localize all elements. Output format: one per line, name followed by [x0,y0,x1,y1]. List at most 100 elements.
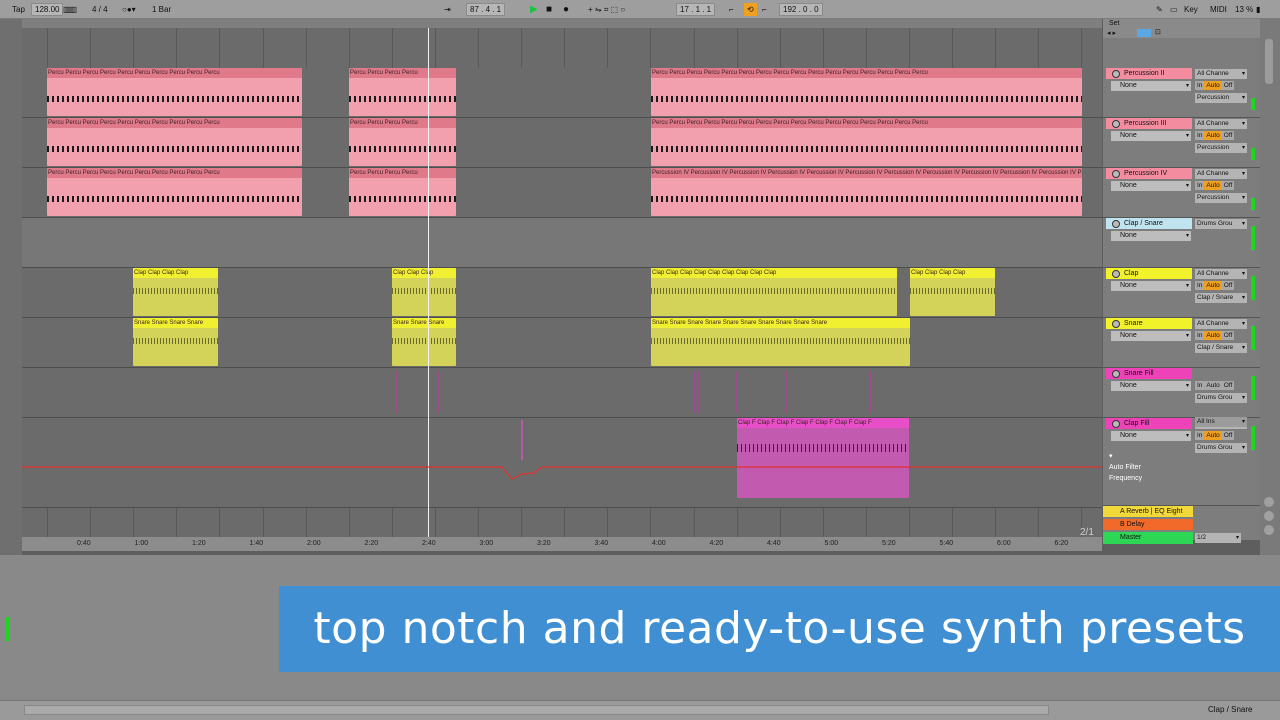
clip[interactable]: Snare Snare Snare [392,318,456,366]
clip[interactable]: Snare Snare Snare Snare Snare Snare Snar… [651,318,910,366]
track-lane-7[interactable]: Clap F Clap F Clap F Clap F Clap F Clap … [22,418,1102,508]
punch-in-icon[interactable]: ⌐ [729,3,734,16]
automation-toggle-icon[interactable] [1137,29,1151,37]
input-type-select[interactable]: All Ins [1195,417,1247,427]
monitor-off[interactable]: Off [1221,381,1235,390]
loop-start-field[interactable]: 17 . 1 . 1 [676,3,716,16]
time-signature[interactable]: 4 / 4 [92,3,108,16]
input-channel-select[interactable]: All Channe [1195,119,1247,129]
clip[interactable]: Percu Percu Percu Percu [349,68,456,116]
zoom-icon[interactable] [1264,497,1274,507]
monitor-auto[interactable]: Auto [1204,281,1222,290]
return-track[interactable]: A Reverb | EQ Eight [1103,506,1193,517]
monitor-auto[interactable]: Auto [1204,181,1222,190]
overdub-icon[interactable]: + ⇋ ⌗ ⬚ ○ [588,3,625,16]
draw-mode-icon[interactable]: ✎ [1156,3,1163,16]
track-lane-0[interactable]: Percu Percu Percu Percu Percu Percu Perc… [22,68,1102,118]
track-lane-6[interactable] [22,368,1102,418]
midi-from-select[interactable]: None [1111,381,1191,391]
track-activator-icon[interactable] [1112,270,1120,278]
computer-keyboard-icon[interactable]: ▭ [1170,3,1178,16]
monitor-switch[interactable]: In Auto Off [1195,181,1247,190]
midi-from-select[interactable]: None [1111,331,1191,341]
right-scroll-strip[interactable] [1260,19,1280,555]
tap-button[interactable]: Tap [12,3,25,16]
play-icon[interactable]: ▶ [530,3,538,16]
loop-icon[interactable]: ⟲ [744,3,757,16]
monitor-off[interactable]: Off [1221,431,1235,440]
clip[interactable]: Clap Clap Clap Clap [910,268,995,316]
lock-icon[interactable]: ⊡ [1155,28,1161,36]
monitor-in[interactable]: In [1195,431,1205,440]
automation-device[interactable]: Auto Filter [1109,464,1141,471]
master-output-select[interactable]: 1/2 [1195,533,1241,543]
clip[interactable]: Percu Percu Percu Percu Percu Percu Perc… [651,118,1082,166]
midi-from-select[interactable]: None [1111,81,1191,91]
monitor-off[interactable]: Off [1221,331,1235,340]
track-activator-icon[interactable] [1112,170,1120,178]
monitor-off[interactable]: Off [1221,81,1235,90]
tempo-field[interactable]: 128.00 [31,3,64,16]
clip[interactable]: Percu Percu Percu Percu Percu Percu Perc… [47,68,302,116]
midi-from-select[interactable]: None [1111,281,1191,291]
clip[interactable]: Clap F Clap F Clap F Clap F Clap F Clap … [737,418,909,498]
input-channel-select[interactable]: All Channe [1195,169,1247,179]
monitor-auto[interactable]: Auto [1204,381,1222,390]
monitor-off[interactable]: Off [1221,181,1235,190]
scroll-thumb[interactable] [1265,39,1273,84]
automation-parameter[interactable]: Frequency [1109,475,1142,482]
record-icon[interactable]: ● [563,3,569,16]
clip[interactable]: Percu Percu Percu Percu Percu Percu Perc… [651,68,1082,116]
track-activator-icon[interactable] [1112,420,1120,428]
loop-length-field[interactable]: 192 . 0 . 0 [779,3,823,16]
time-ruler[interactable]: 0:40 1:00 1:20 1:40 2:00 2:20 2:40 3:00 3:20 3:40… [22,537,1102,551]
midi-map-button[interactable]: MIDI [1210,3,1227,16]
stop-icon[interactable]: ■ [546,3,552,16]
clip[interactable]: Percu Percu Percu Percu Percu Percu Perc… [47,168,302,216]
track-activator-icon[interactable] [1112,220,1120,228]
set-arrows-icon[interactable]: ◂ ▸ [1107,29,1116,37]
monitor-in[interactable]: In [1195,81,1205,90]
monitor-off[interactable]: Off [1221,131,1235,140]
arrangement-view[interactable]: Percu Percu Percu Percu Percu Percu Perc… [22,28,1102,540]
track-activator-icon[interactable] [1112,70,1120,78]
monitor-auto[interactable]: Auto [1204,81,1222,90]
monitor-off[interactable]: Off [1221,281,1235,290]
quantize-menu[interactable]: 1 Bar [152,3,171,16]
output-select[interactable]: Clap / Snare [1195,343,1247,353]
track-lane-1[interactable]: Percu Percu Percu Percu Percu Percu Perc… [22,118,1102,168]
punch-out-icon[interactable]: ⌐ [762,3,767,16]
clip[interactable]: Percu Percu Percu Percu Percu Percu Perc… [47,118,302,166]
track-activator-icon[interactable] [1112,320,1120,328]
clip[interactable]: Clap Clap Clap [392,268,456,316]
clip[interactable]: Percu Percu Percu Percu [349,118,456,166]
return-track[interactable]: B Delay [1103,519,1193,530]
input-channel-select[interactable]: All Channe [1195,69,1247,79]
track-activator-icon[interactable] [1112,120,1120,128]
monitor-switch[interactable]: In Auto Off [1195,381,1247,390]
clip[interactable]: Percussion IV Percussion IV Percussion I… [651,168,1082,216]
monitor-switch[interactable]: In Auto Off [1195,431,1247,440]
input-channel-select[interactable]: All Channe [1195,319,1247,329]
clip[interactable]: Snare Snare Snare Snare [133,318,218,366]
output-select[interactable]: Drums Grou [1195,219,1247,229]
clip[interactable]: Percu Percu Percu Percu [349,168,456,216]
monitor-auto[interactable]: Auto [1204,431,1222,440]
monitor-in[interactable]: In [1195,181,1205,190]
clip[interactable]: Clap Clap Clap Clap [133,268,218,316]
clip[interactable]: Clap Clap Clap Clap Clap Clap Clap Clap … [651,268,897,316]
input-channel-select[interactable]: All Channe [1195,269,1247,279]
output-select[interactable]: Percussion [1195,193,1247,203]
follow-icon[interactable]: ○●▾ [122,3,136,16]
monitor-auto[interactable]: Auto [1204,331,1222,340]
monitor-in[interactable]: In [1195,131,1205,140]
monitor-auto[interactable]: Auto [1204,131,1222,140]
midi-from-select[interactable]: None [1111,131,1191,141]
monitor-switch[interactable]: In Auto Off [1195,131,1247,140]
monitor-in[interactable]: In [1195,331,1205,340]
track-lane-5[interactable]: Snare Snare Snare Snare Snare Snare Snar… [22,318,1102,368]
monitor-in[interactable]: In [1195,281,1205,290]
track-activator-icon[interactable] [1112,370,1120,378]
metronome-icon[interactable]: ▥▥ [63,3,77,16]
midi-from-select[interactable]: None [1111,431,1191,441]
